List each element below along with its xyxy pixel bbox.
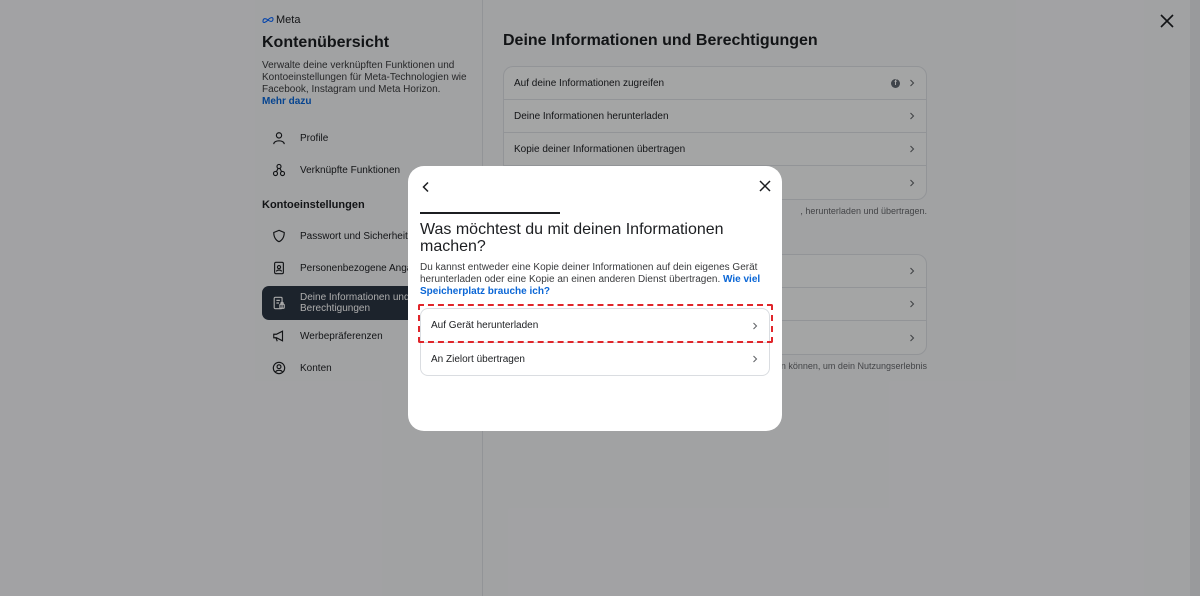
chevron-left-icon [422,181,429,193]
modal-close-button[interactable] [758,179,772,193]
option-download-to-device[interactable]: Auf Gerät herunterladen [421,309,769,342]
step-progress-bar [420,212,560,214]
modal-dialog: Was möchtest du mit deinen Informationen… [408,166,782,431]
option-label: An Zielort übertragen [431,353,525,365]
chevron-right-icon [753,322,758,329]
option-label: Auf Gerät herunterladen [431,320,539,331]
back-button[interactable] [420,180,432,193]
modal-title: Was möchtest du mit deinen Informationen… [420,221,724,255]
modal-description: Du kannst entweder eine Kopie deiner Inf… [420,262,765,298]
close-icon [759,180,771,192]
chevron-right-icon [753,355,758,363]
option-transfer-to-destination[interactable]: An Zielort übertragen [421,342,769,375]
modal-description-text: Du kannst entweder eine Kopie deiner Inf… [420,262,758,285]
option-list: Auf Gerät herunterladen An Zielort übert… [420,308,770,376]
